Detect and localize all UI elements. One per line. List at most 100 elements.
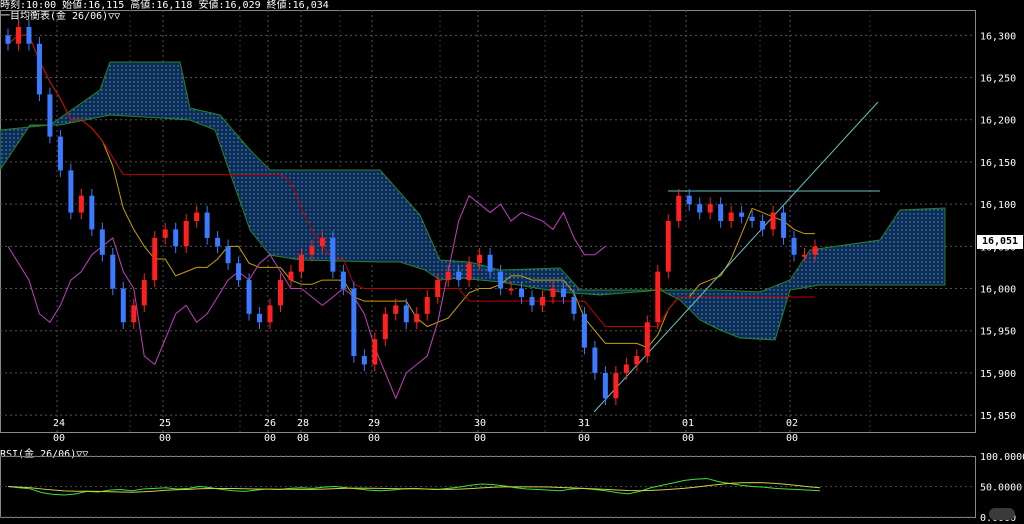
price-tick-label: 16,300 xyxy=(980,31,1016,42)
time-hour-label: 00 xyxy=(474,433,486,444)
candle-body xyxy=(634,356,640,365)
candle-body xyxy=(498,271,504,289)
rsi-tick-label: 100.0000 xyxy=(980,452,1024,463)
candle-body xyxy=(812,246,818,255)
candle-body xyxy=(319,237,325,247)
candle-body xyxy=(728,212,734,221)
time-day-label: 24 xyxy=(53,418,65,429)
candle-body xyxy=(120,288,126,323)
candle-body xyxy=(26,26,32,44)
time-day-label: 02 xyxy=(786,418,798,429)
candle-body xyxy=(445,271,451,281)
candle-body xyxy=(550,288,556,297)
candle-body xyxy=(487,254,493,272)
candle-body xyxy=(309,246,315,255)
candle-body xyxy=(393,305,399,314)
time-hour-label: 08 xyxy=(297,433,309,444)
candle-body xyxy=(592,347,598,373)
candle-body xyxy=(508,288,514,291)
candle-body xyxy=(519,288,525,297)
price-tick-label: 15,900 xyxy=(980,369,1016,380)
time-hour-label: 00 xyxy=(682,433,694,444)
candle-body xyxy=(36,43,42,95)
price-tick-label: 16,150 xyxy=(980,158,1016,169)
candle-body xyxy=(183,221,189,247)
candle-body xyxy=(5,35,11,44)
candle-body xyxy=(173,229,179,247)
candle-body xyxy=(435,280,441,297)
candle-body xyxy=(68,170,74,213)
candle-body xyxy=(47,94,53,137)
candle-body xyxy=(602,372,608,399)
price-tick-label: 16,200 xyxy=(980,116,1016,127)
candle-body xyxy=(770,212,776,230)
time-hour-label: 00 xyxy=(159,433,171,444)
candle-body xyxy=(298,254,304,272)
candle-body xyxy=(739,212,745,217)
candle-body xyxy=(236,263,242,281)
time-hour-label: 00 xyxy=(368,433,380,444)
candle-body xyxy=(267,305,273,323)
time-hour-label: 00 xyxy=(578,433,590,444)
candle-body xyxy=(194,212,200,221)
time-day-label: 31 xyxy=(578,418,590,429)
candle-body xyxy=(141,280,147,306)
candle-body xyxy=(162,229,168,238)
time-hour-label: 00 xyxy=(53,433,65,444)
candle-body xyxy=(424,296,430,314)
candle-body xyxy=(623,364,629,373)
candle-body xyxy=(351,288,357,357)
candle-body xyxy=(560,288,566,297)
candle-body xyxy=(15,26,21,44)
candle-body xyxy=(204,212,210,238)
time-day-label: 30 xyxy=(474,418,486,429)
candle-body xyxy=(791,237,797,255)
candle-body xyxy=(749,216,755,221)
time-day-label: 26 xyxy=(264,418,276,429)
candle-body xyxy=(57,136,63,171)
candle-body xyxy=(372,339,378,365)
last-price-badge: 16,051 xyxy=(977,235,1023,249)
candle-body xyxy=(707,204,713,213)
candle-body xyxy=(781,212,787,238)
candle-body xyxy=(131,305,137,323)
price-tick-label: 15,850 xyxy=(980,411,1016,422)
candle-body xyxy=(78,195,84,213)
candle-body xyxy=(257,313,263,323)
time-day-label: 25 xyxy=(159,418,171,429)
candle-body xyxy=(581,313,587,348)
candle-body xyxy=(686,195,692,205)
candle-body xyxy=(456,271,462,281)
scroll-button[interactable] xyxy=(989,508,1015,520)
candle-body xyxy=(288,271,294,281)
price-chart[interactable]: 16,30016,25016,20016,15016,10016,05016,0… xyxy=(0,0,1024,524)
candle-body xyxy=(246,280,252,314)
price-axis: 16,30016,25016,20016,15016,10016,05016,0… xyxy=(53,31,1016,444)
price-tick-label: 16,250 xyxy=(980,74,1016,85)
time-day-label: 01 xyxy=(682,418,694,429)
candle-body xyxy=(152,237,158,281)
time-day-label: 29 xyxy=(368,418,380,429)
candle-body xyxy=(225,246,231,264)
candle-body xyxy=(655,271,661,323)
candle-body xyxy=(403,305,409,323)
candle-body xyxy=(215,237,221,247)
candle-body xyxy=(277,280,283,306)
candle-body xyxy=(644,322,650,357)
candle-body xyxy=(340,271,346,289)
candle-body xyxy=(89,195,95,230)
candle-body xyxy=(330,237,336,272)
candle-body xyxy=(110,254,116,289)
candle-body xyxy=(529,296,535,306)
price-tick-label: 16,000 xyxy=(980,285,1016,296)
candle-body xyxy=(540,296,546,306)
candle-body xyxy=(571,296,577,314)
candle-body xyxy=(466,263,472,281)
candle-body xyxy=(697,204,703,213)
candle-body xyxy=(613,372,619,399)
time-day-label: 28 xyxy=(297,418,309,429)
candle-body xyxy=(665,221,671,272)
time-hour-label: 00 xyxy=(264,433,276,444)
time-hour-label: 00 xyxy=(786,433,798,444)
candle-body xyxy=(676,195,682,221)
